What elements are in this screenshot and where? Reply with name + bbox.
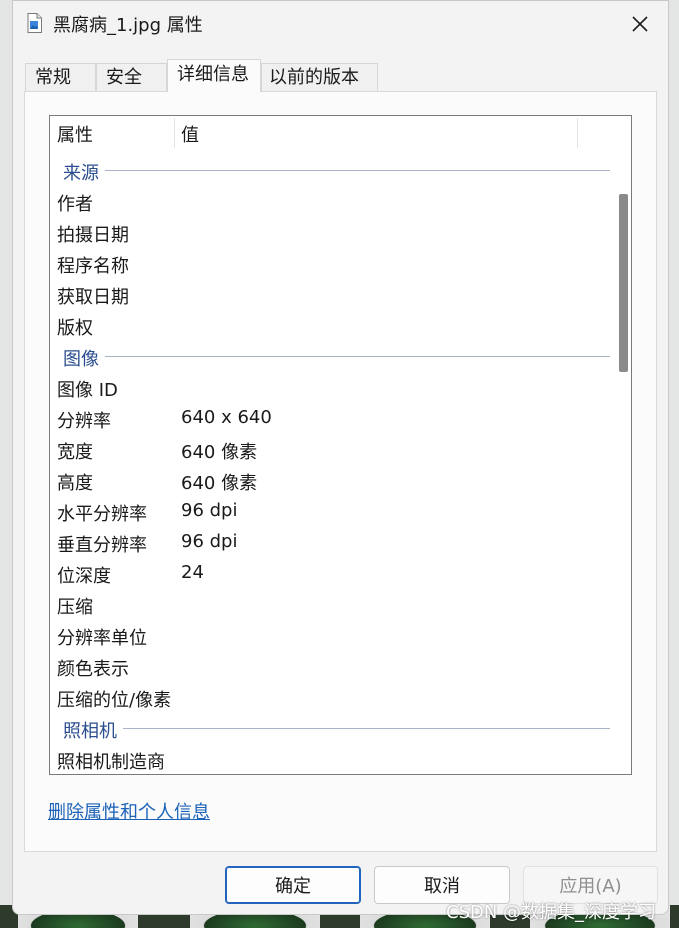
ok-button[interactable]: 确定 xyxy=(225,866,361,904)
property-name: 作者 xyxy=(57,194,93,215)
group-divider xyxy=(63,356,610,357)
background-edge-left xyxy=(0,0,12,905)
property-row-resolution-unit[interactable]: 分辨率单位 xyxy=(50,621,610,652)
property-name: 水平分辨率 xyxy=(57,504,147,525)
tab-general[interactable]: 常规 xyxy=(25,63,96,91)
property-value: 640 像素 xyxy=(181,473,258,494)
details-panel: 属性 值 来源 作者 拍摄日期 程序名称 获取日期 版权 图像 图像 ID 分辨… xyxy=(24,91,657,852)
tab-label: 常规 xyxy=(35,67,71,88)
property-name: 图像 ID xyxy=(57,380,118,401)
group-divider xyxy=(63,170,610,171)
group-title: 来源 xyxy=(63,159,105,185)
property-name: 颜色表示 xyxy=(57,659,129,680)
vertical-scrollbar[interactable] xyxy=(611,116,631,774)
group-divider xyxy=(63,728,610,729)
property-row-program-name[interactable]: 程序名称 xyxy=(50,249,610,280)
property-row-height[interactable]: 高度 640 像素 xyxy=(50,466,610,497)
button-label: 确定 xyxy=(275,876,311,897)
property-value: 640 x 640 xyxy=(181,407,272,428)
property-list[interactable]: 属性 值 来源 作者 拍摄日期 程序名称 获取日期 版权 图像 图像 ID 分辨… xyxy=(49,115,632,775)
property-name: 压缩 xyxy=(57,597,93,618)
property-name: 版权 xyxy=(57,318,93,339)
image-file-icon xyxy=(27,13,42,33)
column-header-property[interactable]: 属性 xyxy=(57,121,93,147)
property-value: 96 dpi xyxy=(181,500,238,521)
group-header-image: 图像 xyxy=(50,342,610,373)
group-header-camera: 照相机 xyxy=(50,714,610,745)
column-separator[interactable] xyxy=(174,118,175,148)
property-name: 分辨率单位 xyxy=(57,628,147,649)
property-name: 位深度 xyxy=(57,566,111,587)
group-title: 照相机 xyxy=(63,717,123,743)
property-row-author[interactable]: 作者 xyxy=(50,187,610,218)
close-icon xyxy=(632,16,648,32)
property-value: 24 xyxy=(181,562,204,583)
tab-previous-versions[interactable]: 以前的版本 xyxy=(261,63,378,91)
property-row-date-acquired[interactable]: 获取日期 xyxy=(50,280,610,311)
close-button[interactable] xyxy=(623,7,657,41)
property-rows: 来源 作者 拍摄日期 程序名称 获取日期 版权 图像 图像 ID 分辨率 640… xyxy=(50,156,610,774)
window-title: 黑腐病_1.jpg 属性 xyxy=(53,15,203,36)
property-name: 宽度 xyxy=(57,442,93,463)
remove-properties-link[interactable]: 删除属性和个人信息 xyxy=(48,798,210,824)
button-label: 应用(A) xyxy=(559,876,622,897)
button-label: 取消 xyxy=(424,876,460,897)
property-row-copyright[interactable]: 版权 xyxy=(50,311,610,342)
property-row-camera-maker[interactable]: 照相机制造商 xyxy=(50,745,610,774)
column-separator[interactable] xyxy=(577,118,578,148)
property-name: 程序名称 xyxy=(57,256,129,277)
property-value: 96 dpi xyxy=(181,531,238,552)
property-name: 照相机制造商 xyxy=(57,752,165,773)
tab-label: 安全 xyxy=(106,67,142,88)
property-row-compression[interactable]: 压缩 xyxy=(50,590,610,621)
property-name: 压缩的位/像素 xyxy=(57,690,172,711)
column-header: 属性 值 xyxy=(50,116,610,150)
tab-security[interactable]: 安全 xyxy=(96,63,167,91)
tab-details[interactable]: 详细信息 xyxy=(167,59,261,92)
property-row-dimensions[interactable]: 分辨率 640 x 640 xyxy=(50,404,610,435)
property-row-vertical-resolution[interactable]: 垂直分辨率 96 dpi xyxy=(50,528,610,559)
scrollbar-thumb[interactable] xyxy=(619,194,628,372)
property-name: 高度 xyxy=(57,473,93,494)
background-edge-right xyxy=(669,0,679,905)
property-name: 获取日期 xyxy=(57,287,129,308)
property-name: 垂直分辨率 xyxy=(57,535,147,556)
property-row-date-taken[interactable]: 拍摄日期 xyxy=(50,218,610,249)
group-title: 图像 xyxy=(63,345,105,371)
property-row-compressed-bits-per-pixel[interactable]: 压缩的位/像素 xyxy=(50,683,610,714)
property-row-width[interactable]: 宽度 640 像素 xyxy=(50,435,610,466)
tab-label: 以前的版本 xyxy=(269,67,359,88)
property-row-horizontal-resolution[interactable]: 水平分辨率 96 dpi xyxy=(50,497,610,528)
column-header-value[interactable]: 值 xyxy=(181,121,199,147)
property-value: 640 像素 xyxy=(181,442,258,463)
watermark: CSDN @数据集_深度学习 xyxy=(446,902,657,923)
property-row-bit-depth[interactable]: 位深度 24 xyxy=(50,559,610,590)
properties-dialog: 黑腐病_1.jpg 属性 常规 安全 详细信息 以前的版本 属性 值 来源 作者… xyxy=(12,0,669,915)
property-name: 拍摄日期 xyxy=(57,225,129,246)
property-name: 分辨率 xyxy=(57,411,111,432)
group-header-origin: 来源 xyxy=(50,156,610,187)
property-row-color-representation[interactable]: 颜色表示 xyxy=(50,652,610,683)
title-bar: 黑腐病_1.jpg 属性 xyxy=(13,1,668,47)
tab-label: 详细信息 xyxy=(177,64,249,85)
property-row-image-id[interactable]: 图像 ID xyxy=(50,373,610,404)
